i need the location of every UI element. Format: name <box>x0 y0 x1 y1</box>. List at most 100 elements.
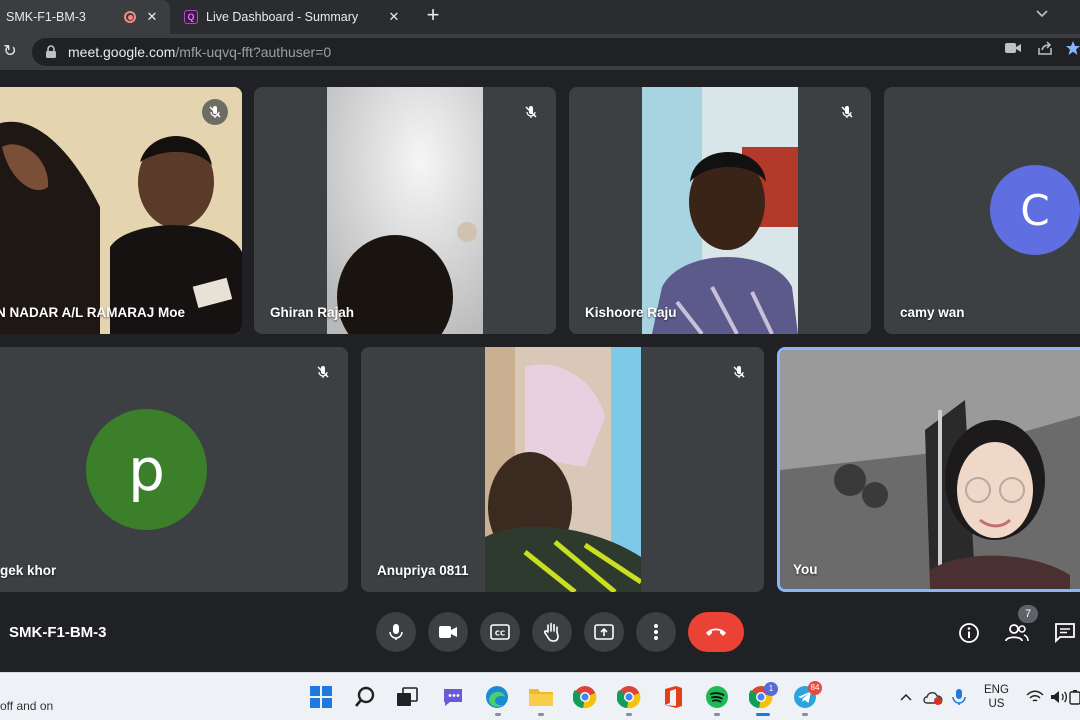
language-indicator[interactable]: ENG US <box>984 683 1009 711</box>
video-frame <box>0 87 242 334</box>
participant-name: Anupriya 0811 <box>377 563 469 578</box>
more-vert-icon <box>654 624 658 640</box>
url-path: /mfk-uqvq-fft?authuser=0 <box>175 44 332 60</box>
raise-hand-button[interactable] <box>532 612 572 652</box>
running-indicator <box>538 713 544 716</box>
participant-video <box>0 87 242 334</box>
participant-video <box>642 87 798 334</box>
chrome-notification-badge: 1 <box>764 682 778 696</box>
present-screen-button[interactable] <box>584 612 624 652</box>
battery-icon[interactable] <box>1068 684 1080 710</box>
office-icon[interactable] <box>660 684 686 710</box>
camera-in-use-icon[interactable] <box>1004 40 1022 56</box>
microphone-button[interactable] <box>376 612 416 652</box>
dashboard-favicon-icon: Q <box>184 10 198 24</box>
url-host: meet.google.com <box>68 44 176 60</box>
meet-controls-bar: SMK-F1-BM-3 CC 7 <box>0 600 1080 672</box>
participant-tile[interactable]: Ghiran Rajah <box>254 87 556 334</box>
browser-toolbar: ↻ meet.google.com/mfk-uqvq-fft?authuser=… <box>0 34 1080 70</box>
tab-search-chevron-icon[interactable] <box>1032 6 1052 26</box>
participant-tile[interactable]: C camy wan <box>884 87 1080 334</box>
participant-tile[interactable]: N NADAR A/L RAMARAJ Moe <box>0 87 242 334</box>
participant-video <box>485 347 643 592</box>
telegram-notification-badge: 84 <box>808 681 822 695</box>
language-code: ENG <box>984 684 1009 696</box>
chat-button[interactable] <box>1052 620 1078 646</box>
info-icon <box>959 623 979 643</box>
wifi-icon[interactable] <box>1022 684 1048 710</box>
muted-mic-icon <box>310 359 336 385</box>
close-tab-icon[interactable]: ✕ <box>386 9 402 25</box>
taskbar-status-text: off and on <box>0 699 54 713</box>
video-frame <box>642 87 798 334</box>
people-icon <box>1005 624 1029 642</box>
camera-icon <box>439 626 457 638</box>
recording-icon <box>124 11 136 23</box>
chat-icon <box>1055 623 1075 644</box>
captions-button[interactable]: CC <box>480 612 520 652</box>
hand-icon <box>543 622 559 642</box>
present-icon <box>594 624 614 640</box>
participant-name: You <box>793 562 818 577</box>
share-icon[interactable] <box>1036 40 1054 56</box>
leave-call-button[interactable] <box>688 612 744 652</box>
tab-live-dashboard[interactable]: Q Live Dashboard - Summary ✕ <box>176 0 412 34</box>
tab-title: SMK-F1-BM-3 <box>6 10 86 24</box>
people-button[interactable] <box>1004 620 1030 646</box>
self-view-tile[interactable]: You <box>777 347 1080 592</box>
browser-tab-strip: SMK-F1-BM-3 ✕ Q Live Dashboard - Summary… <box>0 0 1080 34</box>
url-text: meet.google.com/mfk-uqvq-fft?authuser=0 <box>68 44 331 60</box>
edge-browser-icon[interactable] <box>484 684 510 710</box>
tab-meet[interactable]: SMK-F1-BM-3 ✕ <box>0 0 170 34</box>
search-icon[interactable] <box>352 684 378 710</box>
participant-name: camy wan <box>900 305 965 320</box>
meeting-stage: N NADAR A/L RAMARAJ Moe Ghiran Rajah Kis… <box>0 70 1080 600</box>
start-windows-icon[interactable] <box>308 684 334 710</box>
chat-teams-icon[interactable] <box>440 684 466 710</box>
muted-mic-icon <box>202 99 228 125</box>
hang-up-icon <box>706 628 726 636</box>
onedrive-icon[interactable] <box>920 684 946 710</box>
participant-video <box>327 87 483 334</box>
running-indicator <box>495 713 501 716</box>
muted-mic-icon <box>726 359 752 385</box>
muted-mic-icon <box>518 99 544 125</box>
bookmark-star-icon[interactable] <box>1064 40 1080 56</box>
tray-overflow-chevron-icon[interactable] <box>898 684 914 710</box>
more-options-button[interactable] <box>636 612 676 652</box>
participant-name: N NADAR A/L RAMARAJ Moe <box>0 305 185 320</box>
new-tab-button[interactable]: + <box>421 4 445 28</box>
lock-icon[interactable] <box>44 45 58 59</box>
active-indicator <box>756 713 770 716</box>
svg-text:CC: CC <box>495 630 505 638</box>
running-indicator <box>802 713 808 716</box>
participant-name: Kishoore Raju <box>585 305 677 320</box>
video-frame <box>327 87 483 334</box>
task-view-icon[interactable] <box>394 684 420 710</box>
muted-mic-icon <box>834 99 860 125</box>
camera-button[interactable] <box>428 612 468 652</box>
participant-avatar: C <box>990 165 1080 255</box>
participant-avatar: p <box>86 409 207 530</box>
os-taskbar: off and on 1 84 ENG US <box>0 672 1080 720</box>
self-video <box>780 350 1080 589</box>
running-indicator <box>714 713 720 716</box>
chrome-profile-2-icon[interactable] <box>616 684 642 710</box>
spotify-icon[interactable] <box>704 684 730 710</box>
reload-icon[interactable]: ↻ <box>0 42 20 62</box>
people-count-badge: 7 <box>1018 605 1038 623</box>
tab-title: Live Dashboard - Summary <box>206 10 359 24</box>
mic-in-use-icon[interactable] <box>946 684 972 710</box>
chrome-profile-1-icon[interactable] <box>572 684 598 710</box>
running-indicator <box>626 713 632 716</box>
meeting-details-button[interactable] <box>956 620 982 646</box>
mic-icon <box>389 624 403 640</box>
participant-name: gek khor <box>0 563 57 578</box>
participant-tile[interactable]: Anupriya 0811 <box>361 347 764 592</box>
video-frame <box>485 347 643 592</box>
address-bar[interactable]: meet.google.com/mfk-uqvq-fft?authuser=0 <box>32 38 1080 66</box>
participant-tile[interactable]: Kishoore Raju <box>569 87 871 334</box>
close-tab-icon[interactable]: ✕ <box>144 9 160 25</box>
participant-tile[interactable]: p gek khor <box>0 347 348 592</box>
file-explorer-icon[interactable] <box>528 684 554 710</box>
